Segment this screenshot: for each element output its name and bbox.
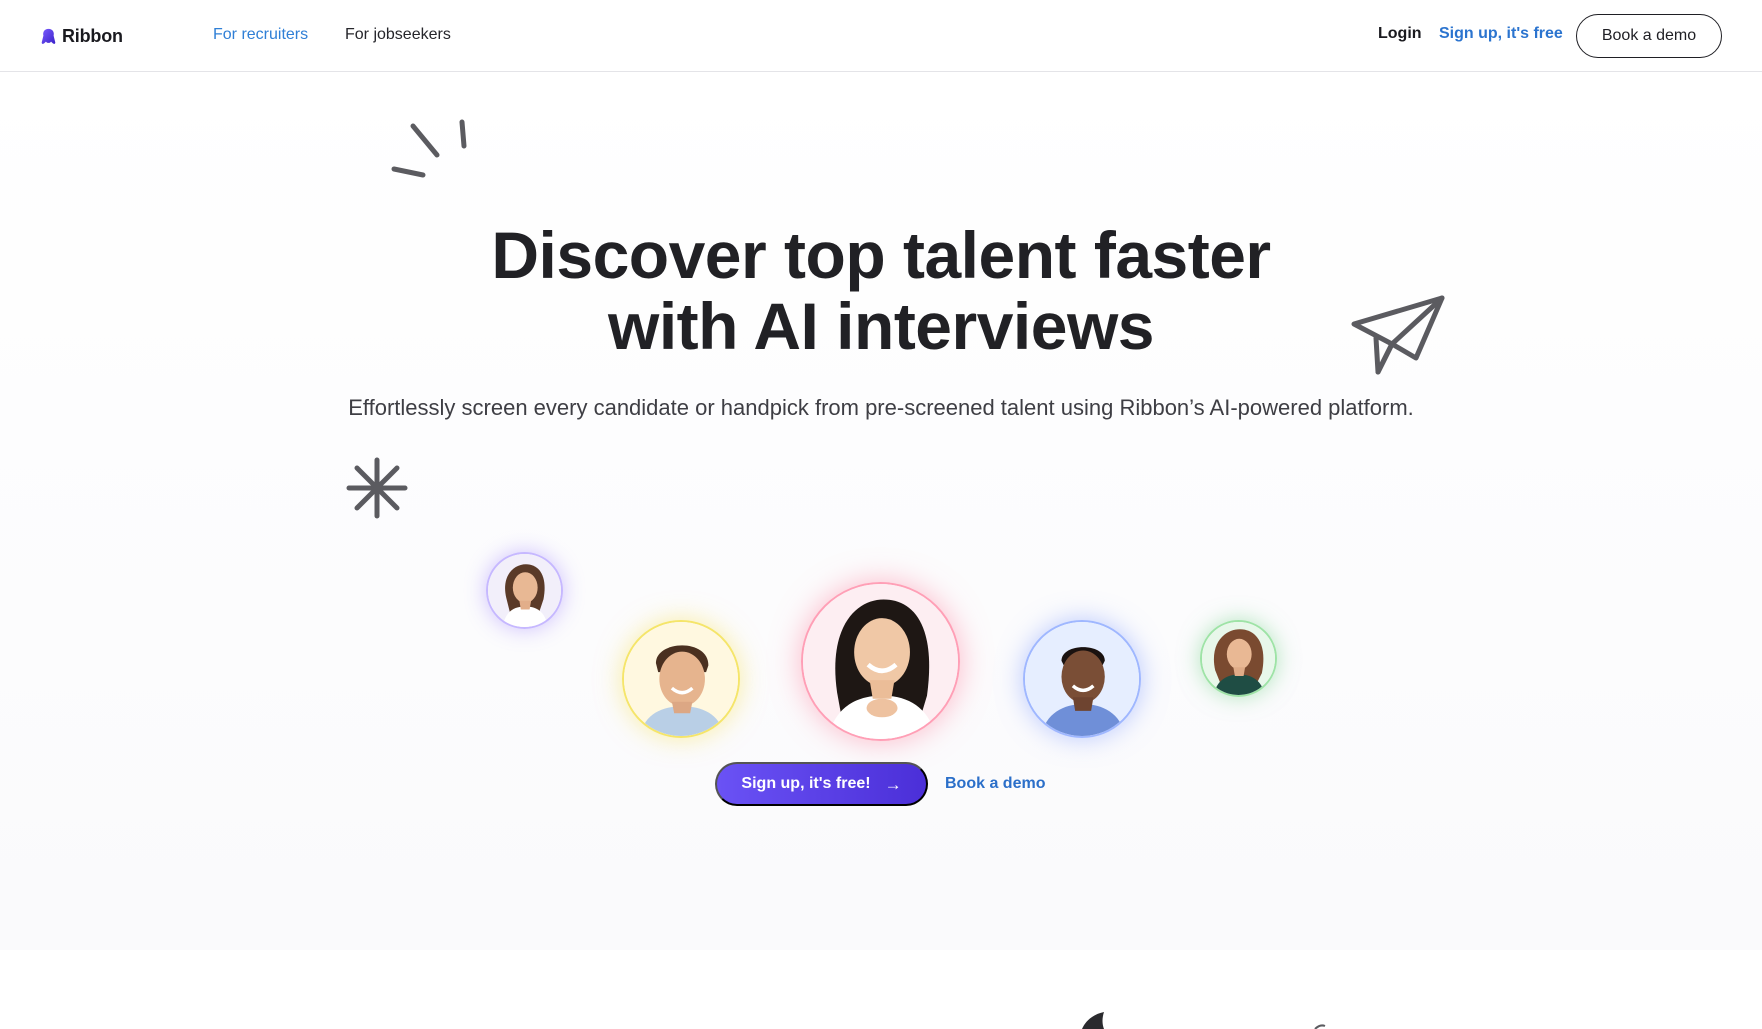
asterisk-icon — [346, 457, 408, 519]
nav-link-jobseekers[interactable]: For jobseekers — [345, 24, 451, 46]
next-section — [0, 950, 1762, 1029]
book-demo-button[interactable]: Book a demo — [1576, 14, 1722, 58]
signup-link[interactable]: Sign up, it's free — [1439, 25, 1563, 43]
brand-logo[interactable]: Ribbon — [40, 24, 123, 48]
hero-title: Discover top talent faster with AI inter… — [381, 220, 1381, 362]
candidate-avatar — [1200, 620, 1277, 697]
sparkle-lines-icon — [391, 119, 467, 178]
woman-portrait-icon — [1202, 622, 1275, 695]
arrow-right-icon: → — [884, 774, 902, 794]
nav-link-recruiters[interactable]: For recruiters — [213, 24, 308, 46]
hero-section: Discover top talent faster with AI inter… — [0, 72, 1762, 950]
hero-subtitle: Effortlessly screen every candidate or h… — [348, 395, 1414, 420]
candidate-avatar-featured — [801, 582, 960, 741]
logo-icon — [41, 28, 56, 44]
man-portrait-icon — [624, 622, 738, 736]
hero-title-line-2: with AI interviews — [607, 289, 1155, 363]
hero-title-line-1: Discover top talent faster — [491, 218, 1271, 292]
woman-portrait-icon — [803, 584, 958, 739]
candidate-avatar — [1023, 620, 1141, 738]
signup-cta-button[interactable]: Sign up, it's free! → — [715, 762, 928, 806]
signup-cta-label: Sign up, it's free! — [741, 775, 871, 792]
book-demo-link[interactable]: Book a demo — [945, 775, 1045, 793]
candidate-avatar — [486, 552, 563, 629]
decorative-shape-icon — [1082, 1012, 1104, 1029]
candidate-avatar — [622, 620, 740, 738]
brand-name: Ribbon — [62, 25, 123, 46]
login-link[interactable]: Login — [1378, 25, 1422, 43]
decorative-shape-icon — [1314, 1024, 1326, 1029]
woman-portrait-icon — [488, 554, 561, 627]
man-portrait-icon — [1025, 622, 1139, 736]
top-nav: Ribbon For recruiters For jobseekers Log… — [0, 0, 1762, 72]
